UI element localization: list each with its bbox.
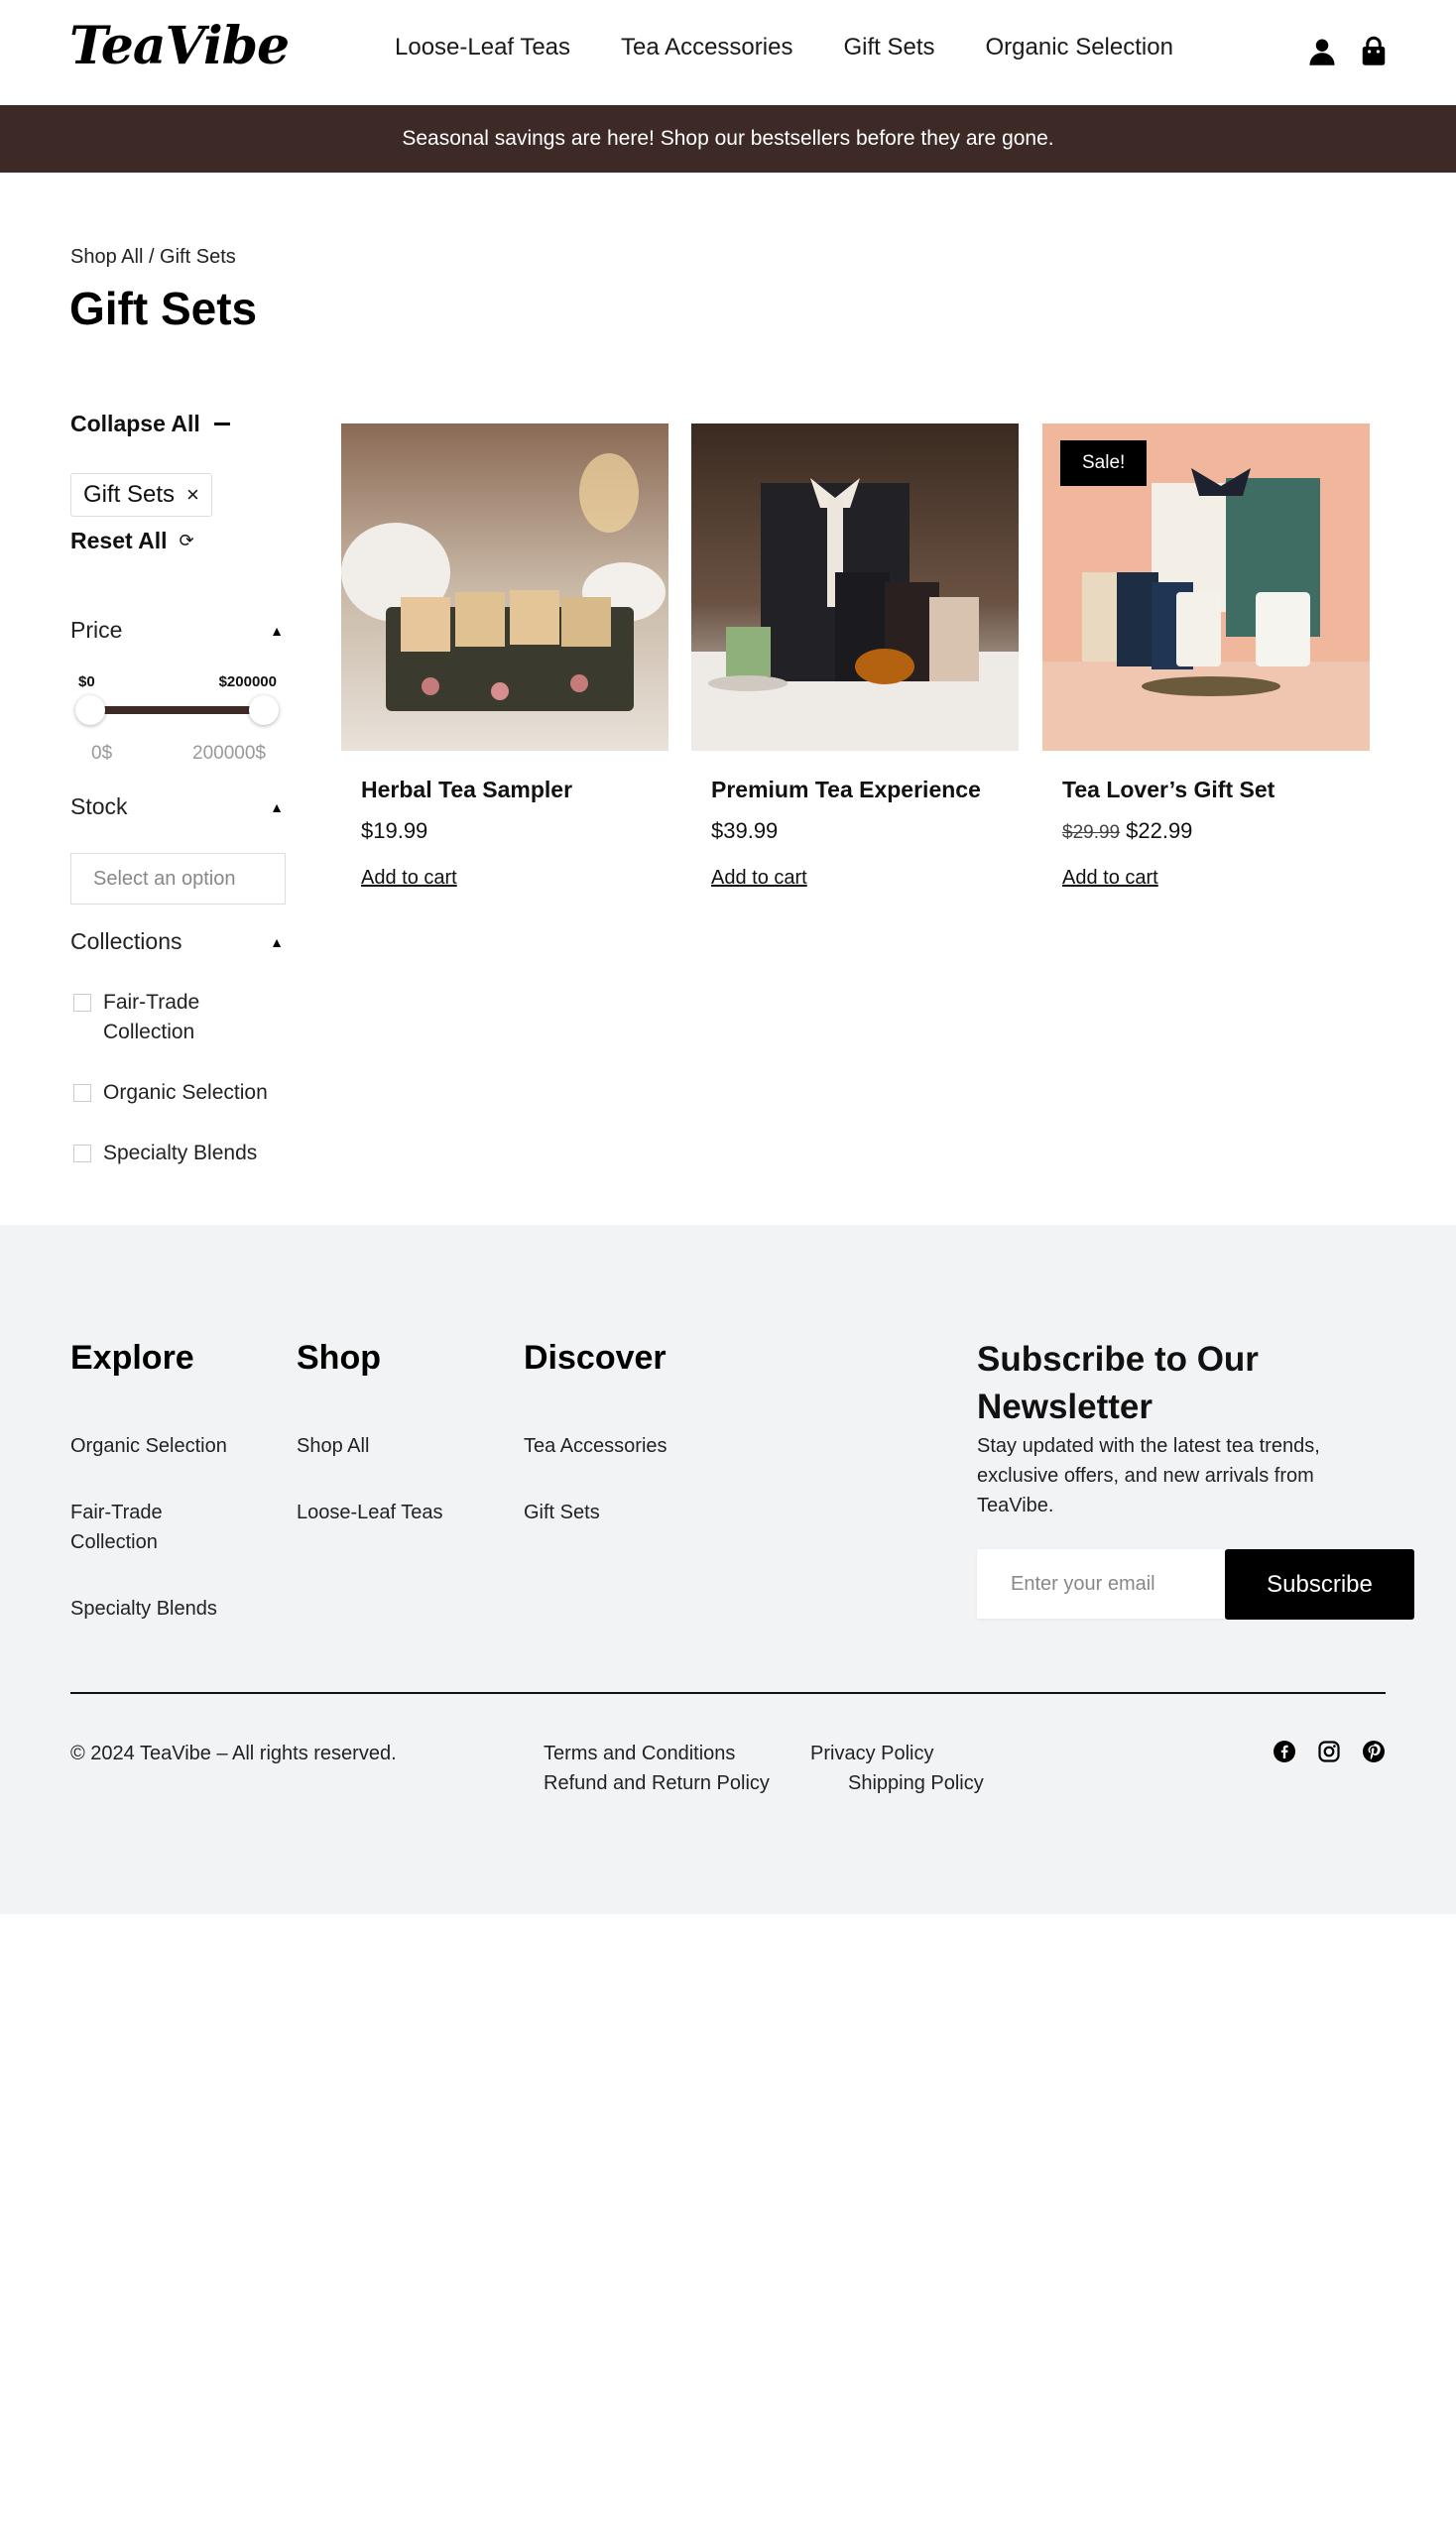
- collapse-all-button[interactable]: Collapse All: [70, 411, 230, 437]
- copyright: © 2024 TeaVibe – All rights reserved.: [70, 1743, 397, 1764]
- footer-link[interactable]: Shop All: [297, 1431, 369, 1461]
- footer-link[interactable]: Gift Sets: [524, 1498, 600, 1527]
- stock-select[interactable]: Select an option: [70, 853, 286, 905]
- footer-link[interactable]: Organic Selection: [70, 1431, 227, 1461]
- site-header: TeaVibe Loose-Leaf Teas Tea Accessories …: [0, 0, 1456, 105]
- nav-loose-leaf-teas[interactable]: Loose-Leaf Teas: [395, 34, 570, 61]
- price-max-value: 200000$: [192, 743, 266, 764]
- chevron-up-icon: ▲: [270, 933, 284, 950]
- active-filter-chip[interactable]: Gift Sets ×: [70, 473, 212, 517]
- footer-discover-title: Discover: [524, 1339, 667, 1377]
- reset-all-button[interactable]: Reset All ⟳: [70, 528, 194, 554]
- collections-filter-header[interactable]: Collections ▲: [70, 928, 284, 955]
- legal-link-privacy[interactable]: Privacy Policy: [810, 1743, 933, 1765]
- collection-option-specialty[interactable]: Specialty Blends: [73, 1139, 257, 1168]
- pinterest-icon[interactable]: [1362, 1740, 1386, 1763]
- collapse-all-label: Collapse All: [70, 411, 200, 436]
- checkbox[interactable]: [73, 994, 91, 1012]
- footer-link[interactable]: Tea Accessories: [524, 1431, 667, 1461]
- nav-organic-selection[interactable]: Organic Selection: [985, 34, 1172, 61]
- price-range-labels: $0 $200000: [78, 673, 277, 690]
- price-range-values: 0$ 200000$: [91, 743, 266, 765]
- product-current-price: $19.99: [361, 818, 428, 843]
- facebook-icon[interactable]: [1273, 1740, 1296, 1763]
- product-current-price: $22.99: [1126, 818, 1193, 843]
- nav-tea-accessories[interactable]: Tea Accessories: [621, 34, 792, 61]
- add-to-cart-button[interactable]: Add to cart: [711, 867, 807, 890]
- product-image[interactable]: [691, 423, 1019, 751]
- price-min-handle[interactable]: [75, 695, 105, 725]
- newsletter-text: Stay updated with the latest tea trends,…: [977, 1435, 1320, 1516]
- collection-option-organic[interactable]: Organic Selection: [73, 1078, 268, 1108]
- footer-divider: [70, 1692, 1386, 1694]
- product-card[interactable]: Sale! Tea Lover’s Gift Set $29.99 $22.99 …: [1042, 423, 1370, 889]
- subscribe-button[interactable]: Subscribe: [1225, 1549, 1414, 1620]
- collection-option-label: Specialty Blends: [103, 1142, 258, 1164]
- stock-filter-header[interactable]: Stock ▲: [70, 793, 284, 820]
- price-max-label: $200000: [218, 673, 277, 690]
- cart-bag-icon[interactable]: [1359, 36, 1389, 67]
- product-name[interactable]: Premium Tea Experience: [711, 777, 981, 803]
- main-nav: Loose-Leaf Teas Tea Accessories Gift Set…: [395, 34, 1224, 61]
- product-card[interactable]: Premium Tea Experience $39.99 Add to car…: [691, 423, 1019, 889]
- checkbox[interactable]: [73, 1145, 91, 1162]
- price-min-label: $0: [78, 673, 95, 690]
- collection-option-label: Fair-Trade Collection: [103, 991, 200, 1043]
- add-to-cart-button[interactable]: Add to cart: [361, 867, 457, 890]
- legal-link-refund[interactable]: Refund and Return Policy: [544, 1772, 770, 1795]
- footer-link[interactable]: Specialty Blends: [70, 1594, 217, 1624]
- refresh-icon: ⟳: [179, 531, 194, 550]
- collections-filter-label: Collections: [70, 928, 182, 954]
- close-icon[interactable]: ×: [186, 482, 199, 508]
- instagram-icon[interactable]: [1317, 1740, 1341, 1763]
- footer-link[interactable]: Fair-Trade Collection: [70, 1498, 199, 1557]
- chevron-up-icon: ▲: [270, 798, 284, 815]
- account-icon[interactable]: [1307, 36, 1337, 67]
- product-card[interactable]: Herbal Tea Sampler $19.99 Add to cart: [341, 423, 668, 889]
- product-name[interactable]: Herbal Tea Sampler: [361, 777, 572, 803]
- minus-icon: [213, 423, 230, 425]
- footer-shop-title: Shop: [297, 1339, 381, 1377]
- nav-gift-sets[interactable]: Gift Sets: [843, 34, 934, 61]
- add-to-cart-button[interactable]: Add to cart: [1062, 867, 1158, 890]
- price-range-track[interactable]: [89, 706, 264, 714]
- site-logo[interactable]: TeaVibe: [69, 16, 290, 76]
- product-current-price: $39.99: [711, 818, 779, 843]
- product-price: $29.99 $22.99: [1062, 818, 1192, 844]
- product-image[interactable]: Sale!: [1042, 423, 1370, 751]
- price-min-value: 0$: [91, 743, 113, 764]
- sale-badge: Sale!: [1060, 440, 1148, 486]
- page-title: Gift Sets: [69, 283, 258, 334]
- chip-label: Gift Sets: [83, 481, 176, 508]
- email-input[interactable]: Enter your email: [977, 1549, 1225, 1619]
- price-filter-header[interactable]: Price ▲: [70, 617, 284, 644]
- collection-option-label: Organic Selection: [103, 1081, 268, 1104]
- footer-explore-title: Explore: [70, 1339, 194, 1377]
- newsletter-title: Subscribe to Our Newsletter: [977, 1340, 1259, 1426]
- breadcrumb[interactable]: Shop All / Gift Sets: [70, 246, 236, 269]
- stock-filter-label: Stock: [70, 793, 128, 819]
- legal-link-terms[interactable]: Terms and Conditions: [544, 1743, 735, 1765]
- product-old-price: $29.99: [1062, 822, 1121, 843]
- collection-option-fair-trade[interactable]: Fair-Trade Collection: [73, 988, 292, 1047]
- legal-link-shipping[interactable]: Shipping Policy: [848, 1772, 984, 1795]
- product-price: $39.99: [711, 818, 778, 844]
- product-name[interactable]: Tea Lover’s Gift Set: [1062, 777, 1274, 803]
- promo-banner: Seasonal savings are here! Shop our best…: [0, 105, 1456, 173]
- checkbox[interactable]: [73, 1084, 91, 1102]
- product-price: $19.99: [361, 818, 427, 844]
- reset-all-label: Reset All: [70, 528, 168, 553]
- price-max-handle[interactable]: [249, 695, 279, 725]
- footer-link[interactable]: Loose-Leaf Teas: [297, 1498, 443, 1527]
- chevron-up-icon: ▲: [270, 622, 284, 639]
- price-filter-label: Price: [70, 617, 123, 643]
- product-image[interactable]: [341, 423, 668, 751]
